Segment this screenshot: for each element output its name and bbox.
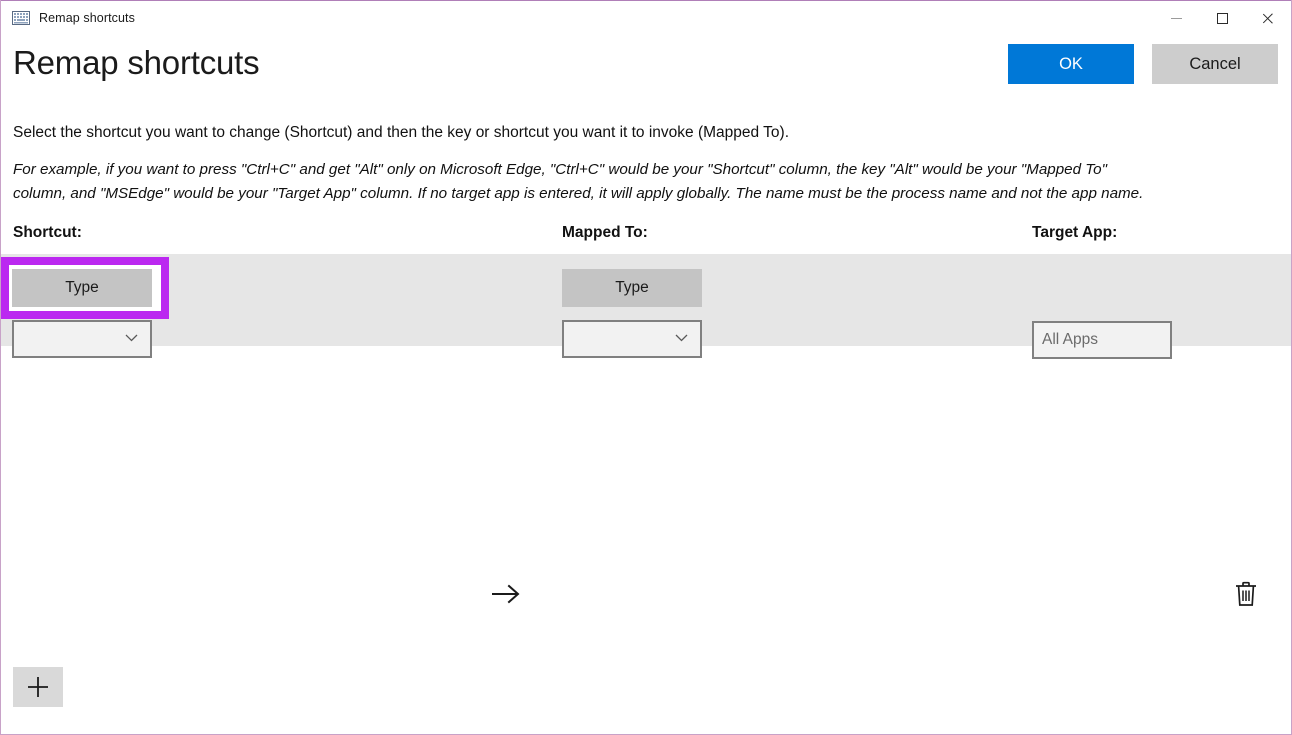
maximize-icon <box>1216 12 1228 24</box>
window-controls <box>1153 1 1291 35</box>
shortcut-type-button[interactable]: Type <box>12 269 152 308</box>
add-row-button[interactable] <box>13 667 63 708</box>
column-headers: Shortcut: Mapped To: Target App: <box>1 224 1291 254</box>
keyboard-icon <box>12 11 30 25</box>
remap-table: Type Type <box>1 254 1291 708</box>
dialog-header: Remap shortcuts OK Cancel <box>1 35 1291 103</box>
plus-icon <box>28 677 48 698</box>
delete-row-button[interactable] <box>1229 574 1263 614</box>
shortcut-dropdown[interactable] <box>12 320 152 359</box>
trash-icon <box>1236 581 1256 606</box>
ok-button[interactable]: OK <box>1008 44 1134 84</box>
chevron-down-icon <box>125 334 138 342</box>
remap-shortcuts-window: Remap shortcuts Remap shortcuts OK Cance… <box>0 0 1292 735</box>
arrow-right-icon <box>492 584 520 604</box>
close-button[interactable] <box>1245 1 1291 35</box>
description-example-line-1: For example, if you want to press "Ctrl+… <box>13 160 1108 178</box>
description-block: Select the shortcut you want to change (… <box>1 123 1291 204</box>
minimize-button[interactable] <box>1153 1 1199 35</box>
close-icon <box>1262 12 1275 25</box>
header-actions: OK Cancel <box>1008 44 1278 84</box>
mapped-to-type-button[interactable]: Type <box>562 269 702 308</box>
table-row: Type Type <box>1 254 1291 360</box>
description-example-line-2: column, and "MSEdge" would be your "Targ… <box>13 184 1144 202</box>
maximize-button[interactable] <box>1199 1 1245 35</box>
title-bar: Remap shortcuts <box>1 0 1291 35</box>
column-header-shortcut: Shortcut: <box>13 224 82 242</box>
minimize-icon <box>1170 17 1182 19</box>
target-app-input[interactable] <box>1032 321 1172 360</box>
chevron-down-icon <box>675 334 688 342</box>
column-header-mapped-to: Mapped To: <box>562 224 648 242</box>
cancel-button[interactable]: Cancel <box>1152 44 1278 84</box>
window-title: Remap shortcuts <box>39 11 135 25</box>
description-main: Select the shortcut you want to change (… <box>13 124 790 141</box>
column-header-target-app: Target App: <box>1032 224 1118 242</box>
mapped-to-dropdown[interactable] <box>562 320 702 359</box>
page-title: Remap shortcuts <box>13 44 260 81</box>
